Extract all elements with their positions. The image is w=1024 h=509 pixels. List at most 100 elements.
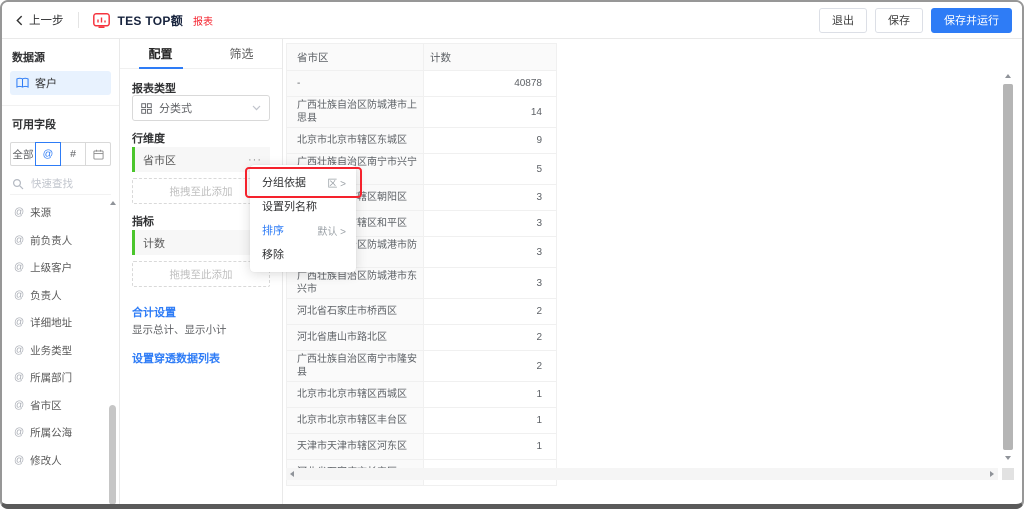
at-field-icon: @ (14, 290, 24, 301)
column-header-count: 计数 (424, 44, 557, 71)
field-item[interactable]: @来源 (2, 199, 107, 227)
field-item[interactable]: @修改人 (2, 447, 107, 475)
report-type-select[interactable]: 分类式 (132, 95, 270, 121)
cell-region: 广西壮族自治区防城港市东兴市 (287, 268, 424, 299)
field-type-tab-hash[interactable]: # (60, 142, 86, 166)
field-item[interactable]: @ 省市区 (2, 392, 107, 420)
table-body: -40878广西壮族自治区防城港市上思县14北京市北京市辖区东城区9广西壮族自治… (287, 71, 557, 486)
at-field-icon: @ (14, 427, 24, 438)
field-item[interactable]: @所属公海 (2, 419, 107, 447)
cell-count: 2 (424, 299, 557, 325)
field-item[interactable]: @业务类型 (2, 337, 107, 365)
field-item[interactable]: @ 前负责人 (2, 227, 107, 255)
field-item[interactable]: @上级客户 (2, 254, 107, 282)
field-item[interactable]: @所属部门 (2, 364, 107, 392)
at-field-icon: @ (14, 235, 24, 246)
menu-item-value: 默认 > (317, 223, 346, 238)
at-field-icon: @ (14, 372, 24, 383)
tab-filter[interactable]: 筛选 (201, 39, 282, 68)
scroll-left-arrow[interactable] (290, 471, 294, 477)
cell-count: 40878 (424, 71, 557, 97)
datasource-label: 数据源 (2, 39, 119, 71)
field-search-input[interactable] (29, 177, 99, 191)
field-item[interactable]: @负责人 (2, 282, 107, 310)
cell-region: 北京市北京市辖区西城区 (287, 382, 424, 408)
scroll-up-arrow[interactable] (1005, 74, 1011, 78)
more-options-icon[interactable]: ··· (248, 154, 262, 166)
datasource-item-customer[interactable]: 客户 (10, 71, 111, 95)
back-chevron-icon (16, 15, 23, 26)
cell-count: 1 (424, 434, 557, 460)
metric-value: 计数 (143, 235, 165, 251)
exit-button[interactable]: 退出 (819, 8, 867, 33)
cell-count: 9 (424, 128, 557, 154)
save-button[interactable]: 保存 (875, 8, 923, 33)
available-fields-label: 可用字段 (2, 106, 119, 138)
menu-item-label: 移除 (262, 246, 284, 262)
chevron-down-icon (252, 105, 261, 111)
save-and-run-button[interactable]: 保存并运行 (931, 8, 1012, 33)
cell-count: 3 (424, 268, 557, 299)
table-row: 北京市北京市辖区东城区9 (287, 128, 557, 154)
cell-count: 1 (424, 408, 557, 434)
cell-region: 广西壮族自治区南宁市隆安县 (287, 351, 424, 382)
field-item-label: 前负责人 (30, 233, 72, 248)
table-row: 广西壮族自治区南宁市隆安县2 (287, 351, 557, 382)
drop-hint: 拖拽至此添加 (170, 267, 233, 282)
search-icon (12, 178, 24, 190)
scroll-up-arrow[interactable] (110, 201, 116, 205)
config-tab-bar: 配置筛选 (120, 39, 282, 69)
menu-item-set-column-name[interactable]: 设置列名称 (250, 194, 356, 218)
field-type-tab-at[interactable]: @ (35, 142, 61, 166)
scroll-right-arrow[interactable] (990, 471, 994, 477)
field-item-label: 省市区 (30, 398, 62, 413)
menu-item-value: 区 > (327, 175, 346, 190)
back-label: 上一步 (29, 12, 64, 28)
menu-item-group-by[interactable]: 分组依据 区 > (250, 170, 356, 194)
back-button[interactable]: 上一步 (16, 12, 64, 28)
scroll-thumb[interactable] (1003, 84, 1013, 450)
cell-count: 2 (424, 325, 557, 351)
cell-count: 2 (424, 351, 557, 382)
table-row: -40878 (287, 71, 557, 97)
at-field-icon: @ (14, 400, 24, 411)
field-list: @来源@前负责人@上级客户@负责人@详细地址@业务类型@所属部门@省市区@所属公… (2, 199, 107, 476)
field-item[interactable]: @详细地址 (2, 309, 107, 337)
calendar-icon (93, 149, 104, 160)
report-builder-window: 上一步 TES TOP额 报表 退出 保存 保存并运行 数据源 客户 可用字段 … (0, 0, 1024, 509)
field-type-tab-date[interactable] (85, 142, 111, 166)
datasource-name: 客户 (35, 75, 57, 91)
table-horizontal-scrollbar[interactable] (286, 468, 998, 480)
cell-region: 北京市北京市辖区东城区 (287, 128, 424, 154)
menu-item-label: 分组依据 (262, 174, 306, 190)
datasource-section: 数据源 客户 (2, 39, 119, 106)
scroll-thumb[interactable] (109, 405, 116, 505)
report-app-icon (93, 13, 110, 28)
menu-item-remove[interactable]: 移除 (250, 242, 356, 266)
book-icon (16, 77, 29, 89)
total-settings-link[interactable]: 合计设置 (132, 304, 176, 320)
menu-item-label: 排序 (262, 222, 284, 238)
table-row: 广西壮族自治区防城港市东兴市3 (287, 268, 557, 299)
tab-config[interactable]: 配置 (120, 39, 201, 68)
menu-item-label: 设置列名称 (262, 198, 317, 214)
topbar-divider (78, 12, 79, 28)
table-vertical-scrollbar[interactable] (1002, 70, 1014, 464)
row-dimension-value: 省市区 (143, 152, 176, 168)
field-search[interactable] (10, 174, 111, 195)
field-item[interactable]: @创建人 (2, 474, 107, 476)
sidebar-vertical-scrollbar[interactable] (108, 199, 118, 509)
menu-item-sort[interactable]: 排序 默认 > (250, 218, 356, 242)
drill-through-link[interactable]: 设置穿透数据列表 (132, 350, 220, 366)
cell-region: 北京市北京市辖区丰台区 (287, 408, 424, 434)
field-type-tab-all[interactable]: 全部 (10, 142, 36, 166)
report-title: TES TOP额 (118, 12, 184, 29)
dimension-context-menu: 分组依据 区 > 设置列名称排序 默认 > 移除 (250, 165, 356, 272)
scroll-down-arrow[interactable] (1005, 456, 1011, 460)
table-row: 北京市北京市辖区西城区1 (287, 382, 557, 408)
cell-count: 5 (424, 154, 557, 185)
at-field-icon: @ (14, 455, 24, 466)
at-field-icon: @ (14, 317, 24, 328)
cell-count: 14 (424, 97, 557, 128)
table-row: 北京市北京市辖区丰台区1 (287, 408, 557, 434)
